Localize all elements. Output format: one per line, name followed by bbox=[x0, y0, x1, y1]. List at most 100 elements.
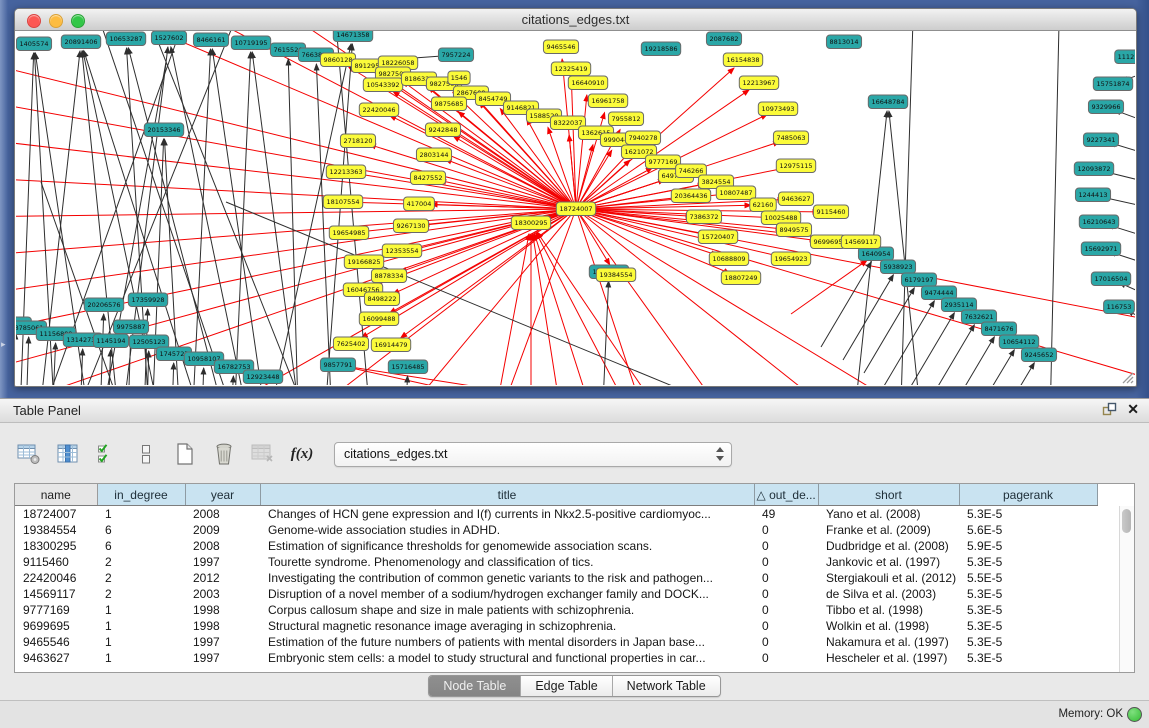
table-cell[interactable]: 0 bbox=[754, 586, 818, 602]
graph-node[interactable]: 10688809 bbox=[709, 252, 748, 266]
graph-node[interactable]: 15751874 bbox=[1093, 77, 1132, 91]
table-cell[interactable]: 1997 bbox=[185, 634, 260, 650]
table-cell[interactable]: Estimation of the future numbers of pati… bbox=[260, 634, 754, 650]
table-scrollbar-thumb[interactable] bbox=[1122, 509, 1131, 533]
graph-node[interactable]: 16914479 bbox=[371, 338, 410, 352]
table-cell[interactable]: 9115460 bbox=[15, 554, 97, 570]
table-row[interactable]: 911546021997Tourette syndrome. Phenomeno… bbox=[15, 554, 1117, 570]
graph-node[interactable]: 8813014 bbox=[826, 35, 861, 49]
graph-node[interactable]: 12353554 bbox=[382, 244, 421, 258]
graph-node[interactable]: 5938923 bbox=[880, 260, 915, 274]
table-cell[interactable]: 5.6E-5 bbox=[959, 522, 1097, 538]
table-selector-dropdown[interactable]: citations_edges.txt bbox=[334, 442, 732, 467]
graph-node[interactable]: 1640954 bbox=[858, 247, 893, 261]
table-row[interactable]: 2242004622012Investigating the contribut… bbox=[15, 570, 1117, 586]
graph-node[interactable]: 18300295 bbox=[511, 216, 550, 230]
table-cell[interactable]: 0 bbox=[754, 650, 818, 666]
table-cell[interactable]: 0 bbox=[754, 634, 818, 650]
table-cell[interactable]: Investigating the contribution of common… bbox=[260, 570, 754, 586]
delete-selection-icon[interactable] bbox=[209, 438, 239, 470]
table-cell[interactable]: Stergiakouli et al. (2012) bbox=[818, 570, 959, 586]
table-cell[interactable]: Nakamura et al. (1997) bbox=[818, 634, 959, 650]
graph-node[interactable]: 15720407 bbox=[698, 230, 737, 244]
graph-node[interactable]: 8498222 bbox=[364, 292, 399, 306]
table-row[interactable]: 1830029562008Estimation of significance … bbox=[15, 538, 1117, 554]
table-cell[interactable]: 5.3E-5 bbox=[959, 602, 1097, 618]
graph-node[interactable]: 14569117 bbox=[841, 235, 880, 249]
table-cell[interactable]: 5.3E-5 bbox=[959, 586, 1097, 602]
table-cell[interactable]: 9777169 bbox=[15, 602, 97, 618]
table-cell[interactable]: 2012 bbox=[185, 570, 260, 586]
table-cell[interactable]: 2008 bbox=[185, 506, 260, 523]
table-cell[interactable]: 9699695 bbox=[15, 618, 97, 634]
graph-node[interactable]: 8427552 bbox=[410, 171, 445, 185]
table-cell[interactable]: 6 bbox=[97, 522, 185, 538]
network-window-titlebar[interactable]: citations_edges.txt bbox=[15, 9, 1136, 31]
table-cell[interactable]: 5.3E-5 bbox=[959, 618, 1097, 634]
graph-node[interactable]: 10973493 bbox=[758, 102, 797, 116]
graph-node[interactable]: 19384554 bbox=[596, 268, 635, 282]
graph-node[interactable]: 9245652 bbox=[1021, 348, 1056, 362]
graph-node[interactable]: 12213967 bbox=[739, 76, 778, 90]
graph-node[interactable]: 9860128 bbox=[320, 53, 355, 67]
tab-edge-table[interactable]: Edge Table bbox=[521, 676, 612, 696]
table-cell[interactable]: 9463627 bbox=[15, 650, 97, 666]
graph-node[interactable]: 1145194 bbox=[93, 334, 128, 348]
table-cell[interactable]: 5.3E-5 bbox=[959, 634, 1097, 650]
graph-node[interactable]: 62160 bbox=[750, 198, 777, 212]
table-cell[interactable]: 5.3E-5 bbox=[959, 554, 1097, 570]
table-cell[interactable]: 1997 bbox=[185, 554, 260, 570]
graph-node[interactable]: 9699695 bbox=[810, 235, 845, 249]
column-header-year[interactable]: year bbox=[185, 484, 260, 506]
graph-node[interactable]: 20364436 bbox=[671, 189, 710, 203]
table-cell[interactable]: 1997 bbox=[185, 650, 260, 666]
table-cell[interactable]: 2 bbox=[97, 554, 185, 570]
graph-node[interactable]: 10543392 bbox=[363, 78, 402, 92]
graph-node[interactable]: 7632621 bbox=[961, 310, 996, 324]
graph-node[interactable]: 12975115 bbox=[776, 159, 815, 173]
table-cell[interactable]: 6 bbox=[97, 538, 185, 554]
table-cell[interactable]: 1 bbox=[97, 650, 185, 666]
graph-node[interactable]: 16099488 bbox=[359, 312, 398, 326]
graph-node[interactable]: 10025488 bbox=[761, 211, 800, 225]
table-row[interactable]: 1872400712008Changes of HCN gene express… bbox=[15, 506, 1117, 523]
graph-node[interactable]: 9875685 bbox=[431, 97, 466, 111]
table-cell[interactable]: Disruption of a novel member of a sodium… bbox=[260, 586, 754, 602]
table-cell[interactable]: Tourette syndrome. Phenomenology and cla… bbox=[260, 554, 754, 570]
table-cell[interactable]: 18300295 bbox=[15, 538, 97, 554]
close-panel-icon[interactable]: ✕ bbox=[1127, 402, 1139, 417]
merge-rows-icon[interactable] bbox=[131, 438, 161, 470]
table-row[interactable]: 946554611997Estimation of the future num… bbox=[15, 634, 1117, 650]
table-cell[interactable]: 1 bbox=[97, 618, 185, 634]
column-header-short[interactable]: short bbox=[818, 484, 959, 506]
graph-node[interactable]: 8949575 bbox=[776, 223, 811, 237]
float-panel-icon[interactable] bbox=[1102, 402, 1117, 417]
graph-node[interactable]: 9329966 bbox=[1088, 100, 1123, 114]
column-header-in-degree[interactable]: in_degree bbox=[97, 484, 185, 506]
graph-node[interactable]: 15716485 bbox=[388, 360, 427, 374]
graph-node[interactable]: 116753 bbox=[1104, 300, 1135, 314]
table-cell[interactable]: 1 bbox=[97, 506, 185, 523]
table-cell[interactable]: Embryonic stem cells: a model to study s… bbox=[260, 650, 754, 666]
graph-node[interactable]: 16154838 bbox=[723, 53, 762, 67]
table-cell[interactable]: Jankovic et al. (1997) bbox=[818, 554, 959, 570]
graph-node[interactable]: 10653287 bbox=[106, 32, 145, 46]
graph-node[interactable]: 9227341 bbox=[1083, 133, 1118, 147]
table-cell[interactable]: 5.9E-5 bbox=[959, 538, 1097, 554]
graph-node[interactable]: 7955812 bbox=[608, 112, 643, 126]
graph-node[interactable]: 12213363 bbox=[326, 165, 365, 179]
graph-node[interactable]: 10719195 bbox=[231, 36, 270, 50]
table-scrollbar[interactable] bbox=[1119, 506, 1134, 672]
graph-node[interactable]: 9465546 bbox=[543, 40, 578, 54]
network-window[interactable]: citations_edges.txt 18724007140557420891… bbox=[14, 8, 1137, 387]
graph-node[interactable]: 7625402 bbox=[333, 337, 368, 351]
graph-node[interactable]: 22420046 bbox=[359, 103, 398, 117]
graph-node[interactable]: 9857791 bbox=[320, 358, 355, 372]
graph-node[interactable]: 1546 bbox=[448, 71, 470, 85]
table-cell[interactable]: 18724007 bbox=[15, 506, 97, 523]
table-row[interactable]: 1456911722003Disruption of a novel membe… bbox=[15, 586, 1117, 602]
table-cell[interactable]: 0 bbox=[754, 522, 818, 538]
row-selection-icon[interactable] bbox=[92, 438, 122, 470]
table-cell[interactable]: 9465546 bbox=[15, 634, 97, 650]
graph-node[interactable]: 16210643 bbox=[1079, 215, 1118, 229]
